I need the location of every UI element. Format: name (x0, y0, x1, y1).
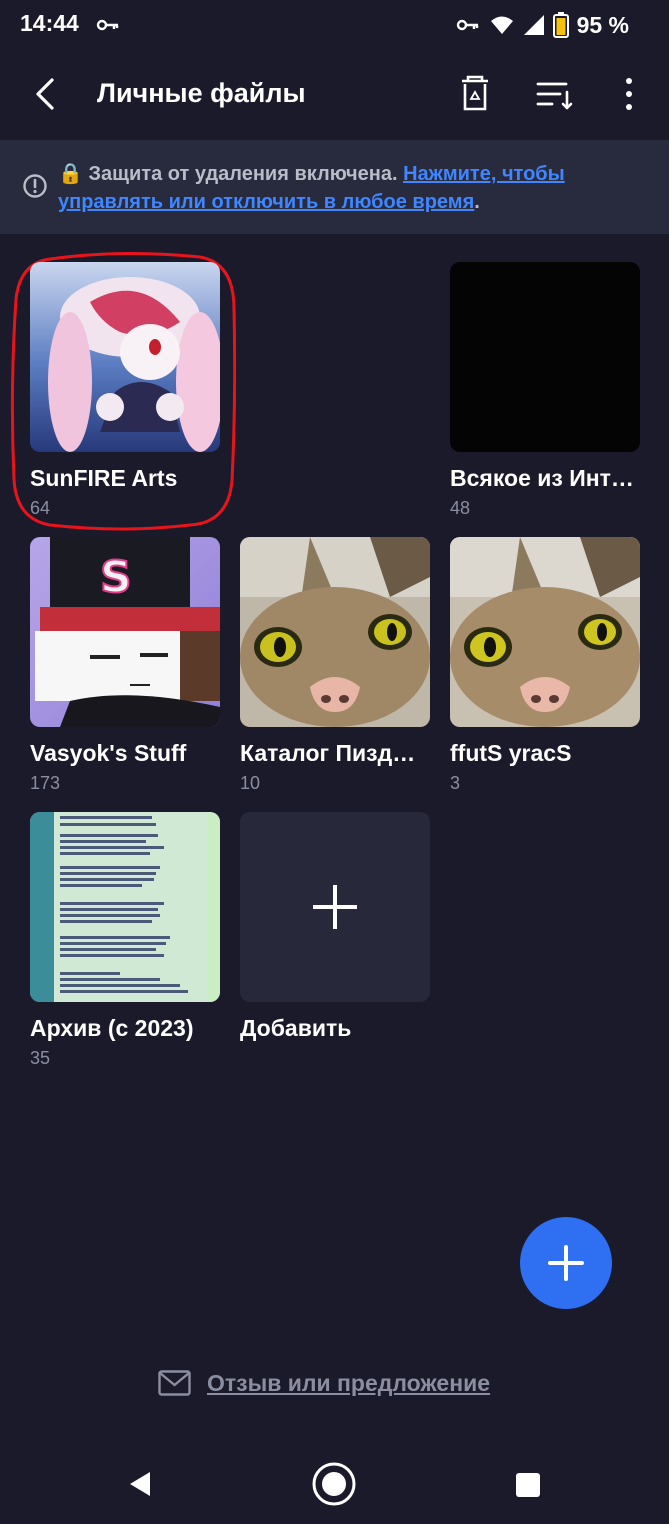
album-thumbnail[interactable] (450, 262, 640, 452)
album-count: 64 (30, 498, 51, 518)
mail-icon (158, 1370, 191, 1396)
album-count: 35 (30, 1048, 51, 1068)
signal-icon (523, 15, 544, 35)
album-thumbnail[interactable] (30, 262, 220, 452)
plus-icon (313, 885, 357, 929)
album-count: 173 (30, 773, 61, 793)
create-fab-button[interactable] (520, 1217, 612, 1309)
battery-icon (552, 12, 569, 38)
feedback-link[interactable]: Отзыв или предложение (158, 1366, 490, 1400)
cat-photo-image (450, 537, 640, 727)
lock-emoji: 🔒 (58, 163, 83, 185)
add-album-button[interactable] (240, 812, 430, 1002)
notice-trailing: . (474, 191, 480, 213)
notice-message: Защита от удаления включена. (88, 163, 404, 185)
album-thumbnail[interactable] (30, 812, 220, 1002)
album-name: Каталог Пизд… (240, 740, 416, 766)
album-thumbnail[interactable] (450, 537, 640, 727)
plus-icon (548, 1245, 584, 1281)
screen: 14:44 95 % Личные файлы 🔒 Защита от удал… (0, 0, 669, 1524)
album-name: Архив (с 2023) (30, 1015, 194, 1041)
album-count: 10 (240, 773, 261, 793)
album-count: 3 (450, 773, 461, 793)
status-time: 14:44 (20, 10, 79, 36)
nav-back-icon[interactable] (126, 1470, 154, 1498)
album-thumbnail[interactable]: S (30, 537, 220, 727)
album-archive[interactable]: Архив (с 2023) 35 (30, 812, 220, 1069)
album-name: Vasyok's Stuff (30, 740, 187, 766)
album-catalog[interactable]: Каталог Пизд… 10 (240, 537, 430, 794)
album-name: Всякое из Инт… (450, 465, 634, 491)
back-arrow-icon[interactable] (24, 72, 68, 116)
add-album-tile[interactable]: Добавить (240, 812, 430, 1042)
key-icon (456, 19, 478, 31)
battery-percent: 95 % (576, 11, 629, 38)
artwork-image (30, 262, 220, 452)
album-name: SunFIRE Arts (30, 465, 178, 491)
add-album-label: Добавить (240, 1015, 352, 1041)
key-icon (96, 19, 119, 31)
wifi-icon (490, 16, 513, 34)
svg-text:S: S (100, 552, 132, 603)
album-vasyoks-stuff[interactable]: S Vasyok's Stuff 173 (30, 537, 220, 794)
nav-recents-icon[interactable] (515, 1472, 541, 1498)
text-screenshot-image (30, 812, 220, 1002)
system-nav-bar (0, 1440, 669, 1524)
more-vert-icon[interactable] (612, 72, 646, 116)
info-icon (23, 174, 47, 198)
album-name: ffutS yracS (450, 740, 572, 766)
deletion-protection-notice: 🔒 Защита от удаления включена. Нажмите, … (0, 140, 669, 234)
app-bar: Личные файлы (0, 58, 669, 134)
notice-text: 🔒 Защита от удаления включена. Нажмите, … (58, 160, 618, 216)
page-title: Личные файлы (97, 78, 306, 108)
album-count: 48 (450, 498, 471, 518)
cat-photo-image (240, 537, 430, 727)
artwork-image: S (30, 537, 220, 727)
trash-icon[interactable] (455, 72, 495, 116)
album-sunfire-arts[interactable]: SunFIRE Arts 64 (30, 262, 220, 519)
album-scary-stuff[interactable]: ffutS yracS 3 (450, 537, 640, 794)
status-right: 95 % (455, 10, 629, 40)
album-misc-internet[interactable]: Всякое из Инт… 48 (450, 262, 640, 519)
sort-icon[interactable] (532, 72, 576, 116)
album-thumbnail[interactable] (240, 537, 430, 727)
status-bar: 14:44 95 % (0, 0, 669, 52)
nav-home-icon[interactable] (311, 1461, 357, 1507)
feedback-label[interactable]: Отзыв или предложение (207, 1370, 490, 1397)
